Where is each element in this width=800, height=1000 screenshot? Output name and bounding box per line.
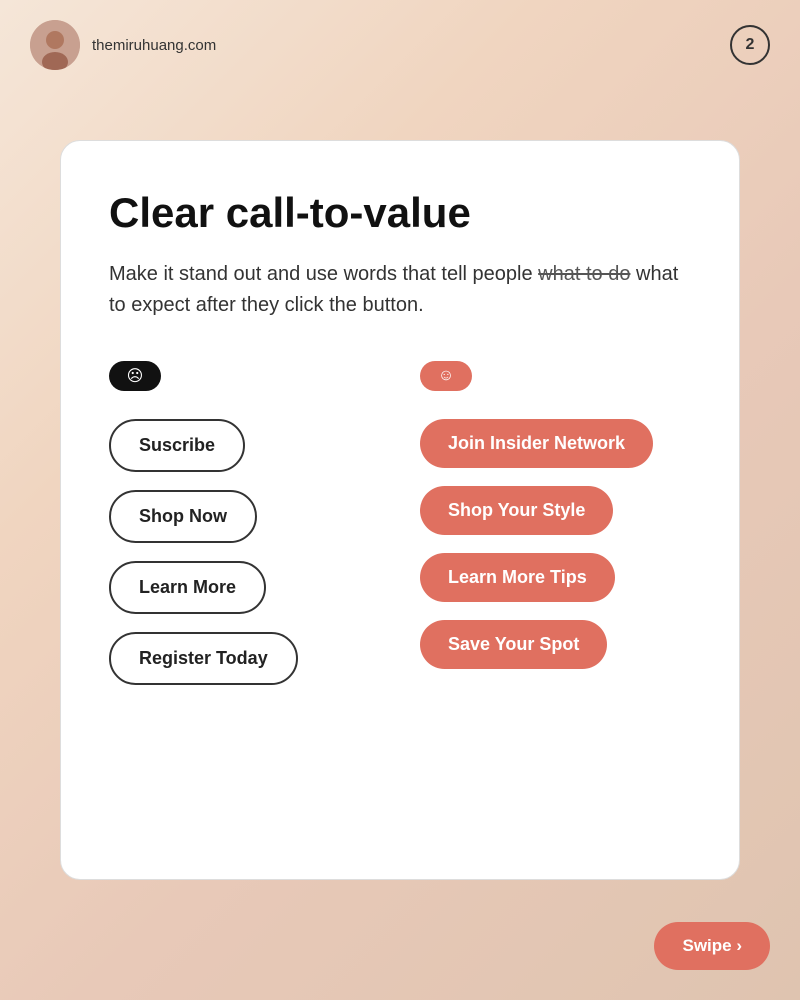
- swipe-button[interactable]: Swipe ›: [654, 922, 770, 970]
- brand-name: themiruhuang.com: [92, 37, 216, 54]
- save-your-spot-button[interactable]: Save Your Spot: [420, 620, 607, 669]
- shop-your-style-button[interactable]: Shop Your Style: [420, 486, 613, 535]
- register-today-button[interactable]: Register Today: [109, 632, 298, 685]
- shop-now-button[interactable]: Shop Now: [109, 490, 257, 543]
- column-left: ☹ Suscribe Shop Now Learn More Register …: [109, 361, 380, 685]
- top-bar: themiruhuang.com 2: [0, 0, 800, 90]
- main-card: Clear call-to-value Make it stand out an…: [60, 140, 740, 880]
- learn-more-tips-button[interactable]: Learn More Tips: [420, 553, 615, 602]
- join-insider-network-button[interactable]: Join Insider Network: [420, 419, 653, 468]
- right-badge-emoji: ☺: [438, 367, 454, 385]
- left-badge-emoji: ☹: [127, 366, 144, 386]
- card-title: Clear call-to-value: [109, 189, 691, 237]
- swipe-label: Swipe ›: [682, 936, 742, 956]
- comparison-section: ☹ Suscribe Shop Now Learn More Register …: [109, 361, 691, 685]
- description-strikethrough: what to do: [538, 263, 630, 285]
- learn-more-button[interactable]: Learn More: [109, 561, 266, 614]
- left-badge: ☹: [109, 361, 161, 391]
- column-right: ☺ Join Insider Network Shop Your Style L…: [420, 361, 691, 669]
- brand: themiruhuang.com: [30, 20, 216, 70]
- card-description: Make it stand out and use words that tel…: [109, 259, 691, 321]
- subscribe-button[interactable]: Suscribe: [109, 419, 245, 472]
- description-text-1: Make it stand out and use words that tel…: [109, 263, 538, 285]
- right-badge: ☺: [420, 361, 472, 391]
- page-number: 2: [730, 25, 770, 65]
- avatar: [30, 20, 80, 70]
